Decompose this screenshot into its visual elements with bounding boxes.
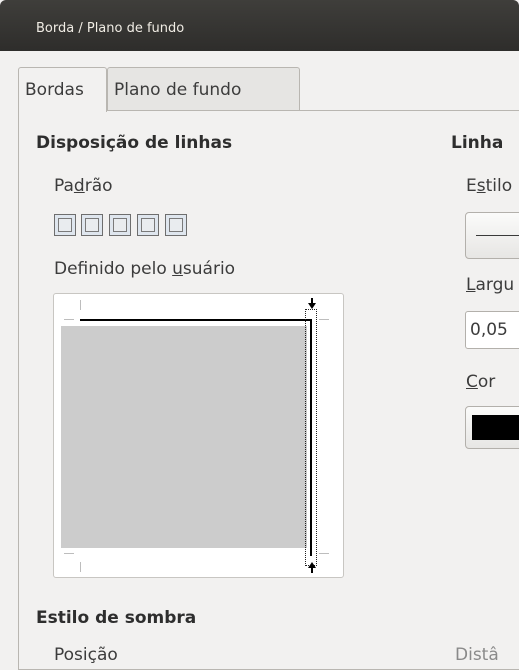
line-style-dropdown[interactable] bbox=[465, 212, 519, 259]
preset-outer-button[interactable] bbox=[109, 214, 131, 236]
line-arrangement-heading: Disposição de linhas bbox=[36, 133, 233, 153]
color-label: Cor bbox=[466, 372, 496, 392]
corner-tick bbox=[319, 319, 329, 320]
user-defined-label: Definido pelo usuário bbox=[54, 259, 236, 279]
arrow-down-icon bbox=[308, 303, 316, 309]
cell-area bbox=[61, 326, 307, 548]
corner-tick bbox=[64, 319, 74, 320]
preset-none-button[interactable] bbox=[54, 214, 76, 236]
line-style-preview bbox=[476, 235, 519, 236]
shadow-distance-label: Distâ bbox=[455, 645, 499, 665]
tab-plano-de-fundo[interactable]: Plano de fundo bbox=[107, 67, 300, 111]
color-swatch bbox=[472, 415, 519, 440]
top-border-line[interactable] bbox=[80, 319, 312, 321]
corner-tick bbox=[64, 553, 74, 554]
arrow-up-icon-stem bbox=[311, 567, 313, 573]
width-label: Largu bbox=[466, 275, 515, 295]
tab-bordas[interactable]: Bordas bbox=[18, 67, 107, 112]
window-titlebar: Borda / Plano de fundo bbox=[0, 0, 519, 51]
border-preview[interactable] bbox=[53, 293, 344, 578]
corner-tick bbox=[80, 562, 81, 572]
width-spinbox[interactable]: 0,05 bbox=[465, 311, 519, 349]
window-title: Borda / Plano de fundo bbox=[36, 21, 185, 36]
corner-tick bbox=[80, 300, 81, 310]
shadow-style-heading: Estilo de sombra bbox=[36, 608, 197, 628]
preset-inner-button[interactable] bbox=[137, 214, 159, 236]
preset-diagonal-button[interactable] bbox=[165, 214, 187, 236]
style-label: Estilo bbox=[466, 176, 513, 196]
shadow-position-label: Posição bbox=[54, 645, 118, 665]
corner-tick bbox=[319, 553, 329, 554]
default-label: Padrão bbox=[54, 176, 113, 196]
line-heading: Linha bbox=[451, 133, 504, 153]
color-dropdown[interactable] bbox=[465, 406, 519, 449]
preset-box-button[interactable] bbox=[81, 214, 103, 236]
right-border-selection bbox=[305, 309, 317, 566]
